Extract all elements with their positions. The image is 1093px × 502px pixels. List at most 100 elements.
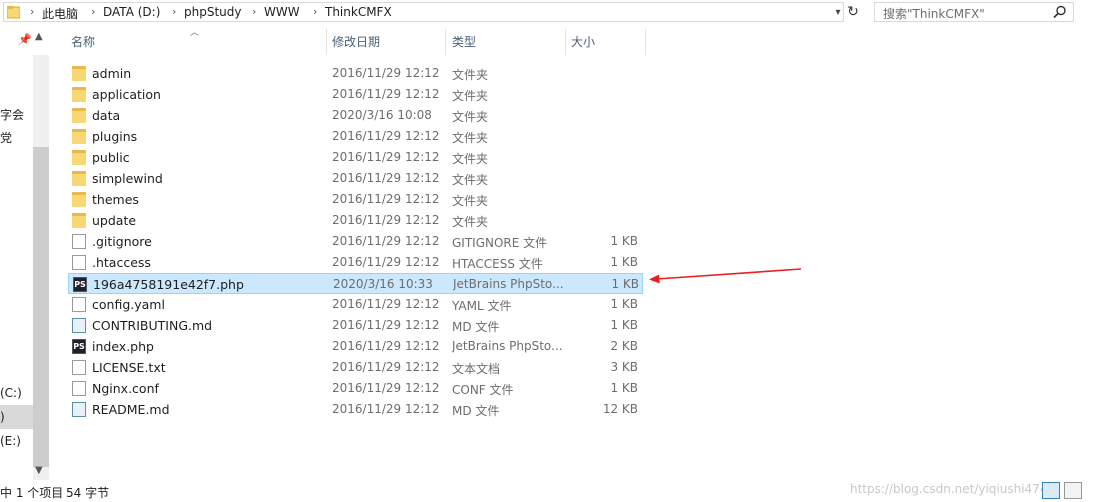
column-header-date[interactable]: 修改日期 — [332, 33, 380, 55]
file-date: 2016/11/29 12:12 — [332, 192, 440, 206]
column-divider[interactable] — [645, 29, 646, 55]
file-type: MD 文件 — [452, 404, 500, 418]
nav-item[interactable]: 字会 — [0, 106, 24, 123]
phpstorm-icon: PS — [72, 339, 86, 354]
phpstorm-icon: PS — [73, 277, 87, 292]
nav-item-drive-e[interactable]: (E:) — [0, 434, 21, 448]
file-type: 文件夹 — [452, 215, 489, 229]
sort-ascending-icon: ︿ — [190, 28, 200, 38]
file-date: 2016/11/29 12:12 — [332, 255, 440, 269]
nav-scrollbar-thumb[interactable] — [33, 147, 49, 467]
column-header-name[interactable]: 名称 — [71, 33, 95, 55]
file-row[interactable]: PS index.php 2016/11/29 12:12 JetBrains Php… — [68, 336, 643, 357]
file-name: public — [92, 150, 130, 165]
search-input[interactable]: 搜索"ThinkCMFX" — [874, 2, 1074, 22]
file-row[interactable]: LICENSE.txt 2016/11/29 12:12 文本文档 3 KB — [68, 357, 643, 378]
file-size: 2 KB — [610, 339, 638, 353]
scroll-up-icon[interactable]: ▲ — [35, 31, 43, 42]
file-row[interactable]: CONTRIBUTING.md 2016/11/29 12:12 MD 文件 1 KB — [68, 315, 643, 336]
file-date: 2016/11/29 12:12 — [332, 297, 440, 311]
file-type: 文件夹 — [452, 152, 489, 166]
file-date: 2020/3/16 10:33 — [333, 277, 433, 291]
file-row[interactable]: config.yaml 2016/11/29 12:12 YAML 文件 1 KB — [68, 294, 643, 315]
file-date: 2016/11/29 12:12 — [332, 213, 440, 227]
vertical-scrollbar[interactable] — [1077, 25, 1093, 480]
file-name: update — [92, 213, 137, 228]
large-icons-view-icon[interactable] — [1064, 482, 1082, 499]
column-divider[interactable] — [565, 29, 566, 55]
address-box[interactable]: › 此电脑 › DATA (D:) › phpStudy › WWW › Thi… — [3, 2, 844, 22]
column-divider[interactable] — [326, 29, 327, 55]
breadcrumb-www[interactable]: WWW — [264, 5, 300, 19]
file-date: 2016/11/29 12:12 — [332, 66, 440, 80]
file-row[interactable]: README.md 2016/11/29 12:12 MD 文件 12 KB — [68, 399, 643, 420]
file-row[interactable]: data 2020/3/16 10:08 文件夹 — [68, 105, 643, 126]
file-row[interactable]: public 2016/11/29 12:12 文件夹 — [68, 147, 643, 168]
file-type: HTACCESS 文件 — [452, 257, 543, 271]
file-row[interactable]: themes 2016/11/29 12:12 文件夹 — [68, 189, 643, 210]
nav-item-drive-c[interactable]: (C:) — [0, 386, 22, 400]
file-type: 文件夹 — [452, 110, 489, 124]
pin-icon[interactable]: 📌 — [18, 33, 32, 46]
breadcrumb-phpstudy[interactable]: phpStudy — [184, 5, 242, 19]
file-name: .htaccess — [92, 255, 151, 270]
file-row[interactable]: application 2016/11/29 12:12 文件夹 — [68, 84, 643, 105]
file-icon — [72, 297, 86, 312]
file-date: 2016/11/29 12:12 — [332, 381, 440, 395]
file-row[interactable]: .gitignore 2016/11/29 12:12 GITIGNORE 文件 1 … — [68, 231, 643, 252]
file-row[interactable]: admin 2016/11/29 12:12 文件夹 — [68, 63, 643, 84]
scroll-down-icon[interactable]: ▼ — [35, 465, 43, 476]
details-view-icon[interactable] — [1042, 482, 1060, 499]
file-row[interactable]: update 2016/11/29 12:12 文件夹 — [68, 210, 643, 231]
folder-icon — [72, 87, 86, 102]
file-name: README.md — [92, 402, 170, 417]
file-type: YAML 文件 — [452, 299, 512, 313]
file-size: 1 KB — [610, 297, 638, 311]
file-size: 3 KB — [610, 360, 638, 374]
breadcrumb-separator: › — [172, 5, 177, 18]
file-size: 1 KB — [611, 277, 639, 291]
file-date: 2016/11/29 12:12 — [332, 402, 440, 416]
folder-icon — [72, 213, 86, 228]
file-name: config.yaml — [92, 297, 165, 312]
file-type: 文件夹 — [452, 173, 489, 187]
breadcrumb-drive[interactable]: DATA (D:) — [103, 5, 160, 19]
file-name: data — [92, 108, 121, 123]
column-header-size[interactable]: 大小 — [571, 33, 595, 55]
file-size: 12 KB — [602, 402, 638, 416]
file-size: 1 KB — [610, 255, 638, 269]
file-type: JetBrains PhpSto... — [452, 339, 562, 353]
nav-scrollbar[interactable] — [33, 55, 49, 502]
file-type: CONF 文件 — [452, 383, 514, 397]
file-date: 2016/11/29 12:12 — [332, 150, 440, 164]
file-row[interactable]: plugins 2016/11/29 12:12 文件夹 — [68, 126, 643, 147]
file-type: 文件夹 — [452, 68, 489, 82]
navigation-pane: 📌 字会 党 (C:) ) (E:) ▲ ▼ — [0, 25, 50, 502]
folder-icon — [7, 6, 20, 19]
file-date: 2016/11/29 12:12 — [332, 360, 440, 374]
file-size: 1 KB — [610, 234, 638, 248]
file-row[interactable]: simplewind 2016/11/29 12:12 文件夹 — [68, 168, 643, 189]
markdown-icon — [72, 402, 86, 417]
nav-item[interactable]: ) — [0, 410, 5, 424]
file-size: 1 KB — [610, 381, 638, 395]
file-icon — [72, 360, 86, 375]
file-name: plugins — [92, 129, 138, 144]
folder-icon — [72, 66, 86, 81]
column-divider[interactable] — [445, 29, 446, 55]
file-type: 文件夹 — [452, 131, 489, 145]
file-name: admin — [92, 66, 132, 81]
file-row[interactable]: .htaccess 2016/11/29 12:12 HTACCESS 文件 1 KB — [68, 252, 643, 273]
file-date: 2016/11/29 12:12 — [332, 171, 440, 185]
status-selected-count: 中 1 个项目 — [0, 486, 64, 500]
column-header-type[interactable]: 类型 — [452, 33, 476, 55]
breadcrumb-separator: › — [30, 5, 35, 18]
file-row[interactable]: PS 196a4758191e42f7.php 2020/3/16 10:33 Jet… — [68, 273, 643, 294]
file-row[interactable]: Nginx.conf 2016/11/29 12:12 CONF 文件 1 KB — [68, 378, 643, 399]
breadcrumb-this-pc[interactable]: 此电脑 — [42, 5, 78, 22]
refresh-icon[interactable]: ↻ — [843, 2, 863, 22]
search-icon[interactable] — [1053, 5, 1067, 19]
file-type: 文件夹 — [452, 194, 489, 208]
nav-item[interactable]: 党 — [0, 129, 12, 146]
breadcrumb-thinkcmfx[interactable]: ThinkCMFX — [325, 5, 392, 19]
